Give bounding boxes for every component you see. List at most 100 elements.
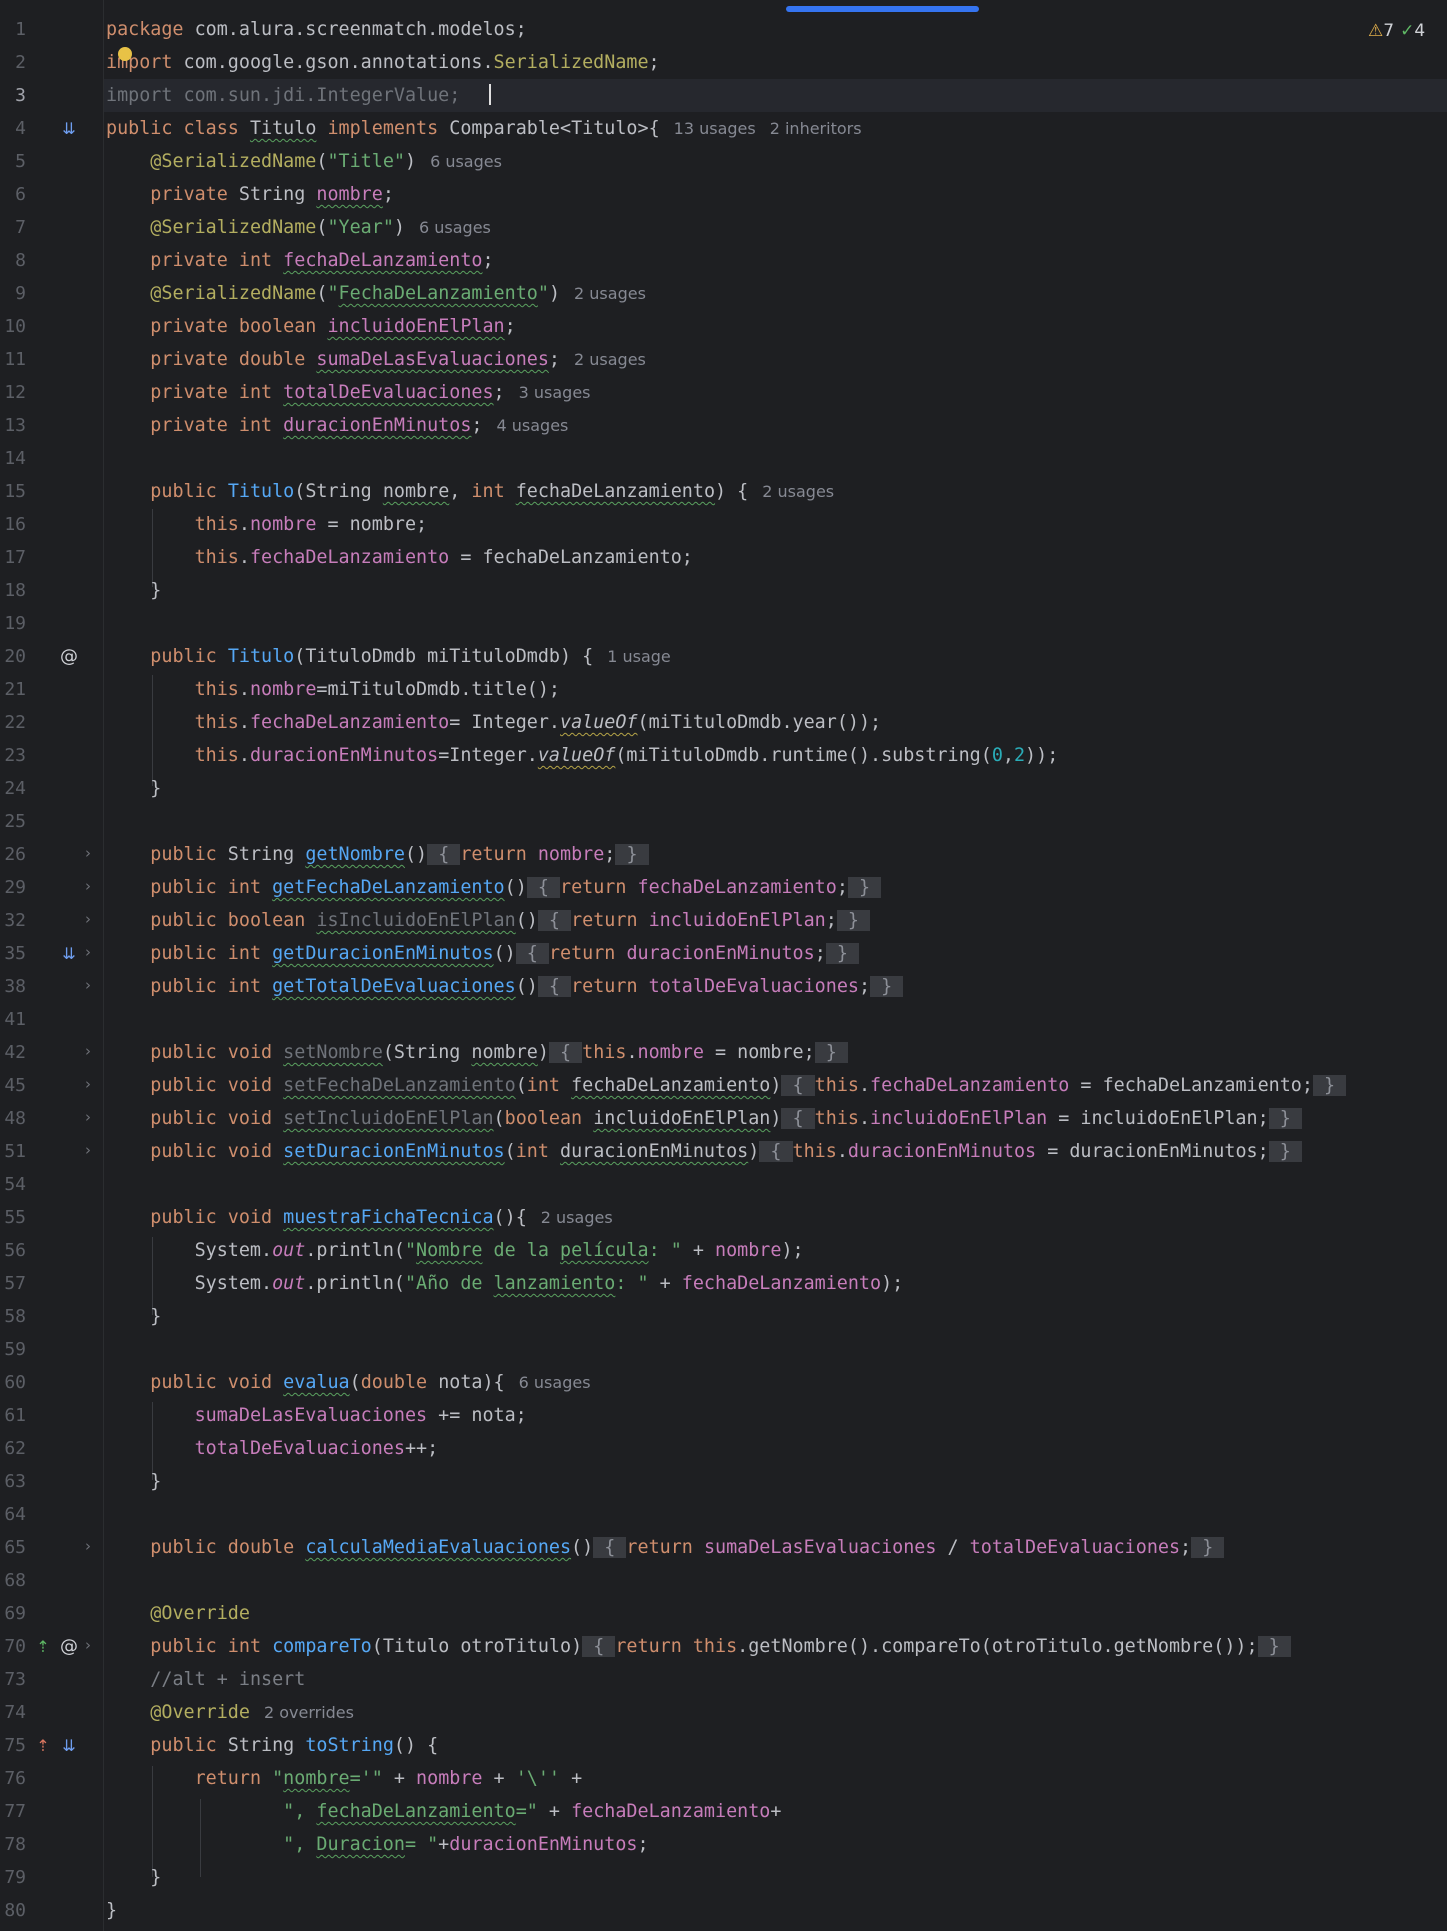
line-number: 16 [4,514,26,535]
gutter-row[interactable]: 48 › [0,1102,103,1135]
usages-hint[interactable]: 2 usages [574,350,646,369]
gutter-row[interactable]: 35 ⇊ › [0,937,103,970]
gutter-row[interactable]: 9 [0,277,103,310]
gutter-row[interactable]: 73 [0,1663,103,1696]
gutter-row[interactable]: 75 ⇡ ⇊ [0,1729,103,1762]
implementations-down-icon[interactable]: ⇊ [58,944,80,963]
gutter-row[interactable]: 76 [0,1762,103,1795]
gutter-row[interactable]: 1 [0,13,103,46]
gutter-row[interactable]: 74 [0,1696,103,1729]
gutter-row[interactable]: 41 [0,1003,103,1036]
fold-expand-icon[interactable]: › [85,910,91,928]
gutter-row[interactable]: 51 › [0,1135,103,1168]
gutter-row[interactable]: 64 [0,1498,103,1531]
fold-expand-icon[interactable]: › [85,976,91,994]
code-editor[interactable]: ⚠7 ✓4 1 2 3 4 ⇊ 5 6 7 8 9 10 11 12 13 14 15 16 17 18 19 20 @21… [0,0,1447,1931]
intention-bulb-icon[interactable] [118,47,132,61]
gutter[interactable]: 1 2 3 4 ⇊ 5 6 7 8 9 10 11 12 13 14 15 16 17 18 19 20 @21 22 23 2… [0,0,104,1931]
gutter-row[interactable]: 14 [0,442,103,475]
gutter-row[interactable]: 4 ⇊ [0,112,103,145]
gutter-row[interactable]: 25 [0,805,103,838]
gutter-row[interactable]: 7 [0,211,103,244]
implements-up-icon[interactable]: ⇡ [32,1637,54,1656]
gutter-row[interactable]: 62 [0,1432,103,1465]
gutter-row[interactable]: 24 [0,772,103,805]
gutter-row[interactable]: 5 [0,145,103,178]
fold-expand-icon[interactable]: › [85,844,91,862]
gutter-row[interactable]: 15 [0,475,103,508]
fold-expand-icon[interactable]: › [85,1108,91,1126]
overrides-hint[interactable]: 2 overrides [264,1703,354,1722]
line-number: 23 [4,745,26,766]
gutter-row[interactable]: 56 [0,1234,103,1267]
gutter-row[interactable]: 13 [0,409,103,442]
overrides-up-icon[interactable]: ⇡ [32,1736,54,1755]
line-number: 55 [4,1207,26,1228]
annotation-icon[interactable]: @ [58,647,80,666]
gutter-row[interactable]: 8 [0,244,103,277]
overridden-down-icon[interactable]: ⇊ [58,1736,80,1755]
gutter-row[interactable]: 77 [0,1795,103,1828]
gutter-row[interactable]: 59 [0,1333,103,1366]
gutter-row[interactable]: 16 [0,508,103,541]
implementations-down-icon[interactable]: ⇊ [58,119,80,138]
gutter-row[interactable]: 45 › [0,1069,103,1102]
usages-hint[interactable]: 3 usages [519,383,591,402]
gutter-row[interactable]: 63 [0,1465,103,1498]
gutter-row[interactable]: 42 › [0,1036,103,1069]
line-number: 69 [4,1603,26,1624]
usages-hint[interactable]: 2 usages [762,482,834,501]
gutter-row[interactable]: 2 [0,46,103,79]
gutter-row[interactable]: 54 [0,1168,103,1201]
line-number: 56 [4,1240,26,1261]
gutter-row[interactable]: 12 [0,376,103,409]
gutter-row[interactable]: 65 › [0,1531,103,1564]
gutter-row[interactable]: 79 [0,1861,103,1894]
gutter-row[interactable]: 38 › [0,970,103,1003]
code-area[interactable]: package com.alura.screenmatch.modelos; i… [106,0,1447,1931]
gutter-row[interactable]: 3 [0,79,103,112]
usages-hint[interactable]: 4 usages [496,416,568,435]
fold-expand-icon[interactable]: › [85,1042,91,1060]
gutter-row[interactable]: 78 [0,1828,103,1861]
gutter-row[interactable]: 70 ⇡ @ › [0,1630,103,1663]
gutter-row[interactable]: 55 [0,1201,103,1234]
line-number: 7 [15,217,26,238]
gutter-row[interactable]: 61 [0,1399,103,1432]
gutter-row[interactable]: 69 [0,1597,103,1630]
usages-hint[interactable]: 6 usages [430,152,502,171]
fold-expand-icon[interactable]: › [85,877,91,895]
gutter-row[interactable]: 19 [0,607,103,640]
fold-expand-icon[interactable]: › [85,1537,91,1555]
gutter-row[interactable]: 22 [0,706,103,739]
fold-expand-icon[interactable]: › [85,943,91,961]
gutter-row[interactable]: 10 [0,310,103,343]
gutter-row[interactable]: 60 [0,1366,103,1399]
annotation-icon[interactable]: @ [58,1637,80,1656]
gutter-row[interactable]: 80 [0,1894,103,1927]
gutter-row[interactable]: 58 [0,1300,103,1333]
inheritors-hint[interactable]: 2 inheritors [770,119,862,138]
gutter-row[interactable]: 68 [0,1564,103,1597]
gutter-row[interactable]: 6 [0,178,103,211]
gutter-row[interactable]: 18 [0,574,103,607]
gutter-row[interactable]: 26 › [0,838,103,871]
fold-expand-icon[interactable]: › [85,1636,91,1654]
fold-expand-icon[interactable]: › [85,1075,91,1093]
gutter-row[interactable]: 23 [0,739,103,772]
gutter-row[interactable]: 21 [0,673,103,706]
gutter-row[interactable]: 32 › [0,904,103,937]
gutter-row[interactable]: 20 @ [0,640,103,673]
usages-hint[interactable]: 2 usages [574,284,646,303]
gutter-row[interactable]: 17 [0,541,103,574]
usages-hint[interactable]: 1 usage [607,647,671,666]
gutter-row[interactable]: 11 [0,343,103,376]
line-number: 17 [4,547,26,568]
usages-hint[interactable]: 6 usages [419,218,491,237]
usages-hint[interactable]: 6 usages [519,1373,591,1392]
usages-hint[interactable]: 13 usages [674,119,756,138]
usages-hint[interactable]: 2 usages [541,1208,613,1227]
gutter-row[interactable]: 29 › [0,871,103,904]
gutter-row[interactable]: 57 [0,1267,103,1300]
fold-expand-icon[interactable]: › [85,1141,91,1159]
